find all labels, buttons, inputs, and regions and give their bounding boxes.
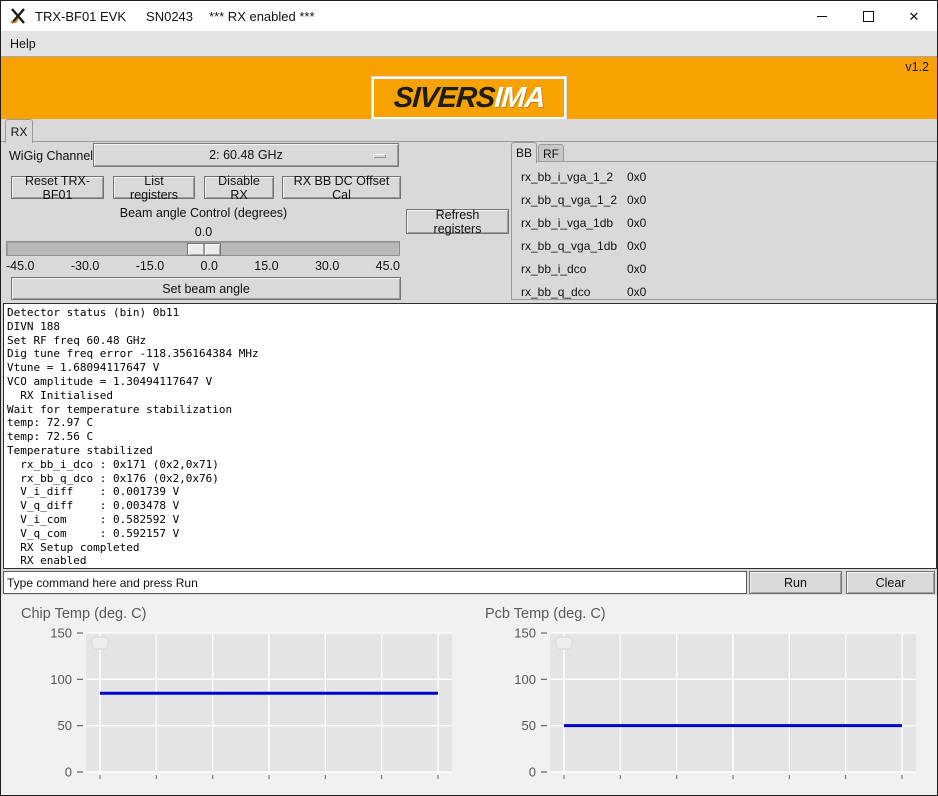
tick-label: -15.0 — [136, 259, 165, 273]
siversima-logo: SIVERSIMA — [372, 77, 566, 119]
register-row: rx_bb_i_vga_1_2 0x0 — [512, 165, 936, 188]
refresh-registers-button[interactable]: Refresh registers — [406, 209, 509, 234]
reset-trx-button[interactable]: Reset TRX-BF01 — [11, 176, 104, 199]
window-title-status: *** RX enabled *** — [209, 9, 315, 24]
svg-text:Pcb Temp (deg. C): Pcb Temp (deg. C) — [485, 606, 606, 622]
minimize-icon — [817, 16, 827, 17]
register-value: 0x0 — [627, 170, 646, 184]
svg-text:50: 50 — [58, 718, 72, 733]
register-panel: rx_bb_i_vga_1_2 0x0 rx_bb_q_vga_1_2 0x0 … — [511, 161, 937, 300]
svg-text:0: 0 — [65, 765, 72, 780]
svg-text:Chip Temp (deg. C): Chip Temp (deg. C) — [21, 606, 146, 622]
svg-text:150: 150 — [514, 626, 536, 641]
run-button[interactable]: Run — [749, 571, 842, 594]
beam-angle-slider-handle[interactable] — [187, 243, 221, 256]
tick-label: -45.0 — [6, 259, 35, 273]
tick-label: 30.0 — [315, 259, 339, 273]
tab-rx[interactable]: RX — [5, 119, 33, 143]
register-value: 0x0 — [627, 193, 646, 207]
close-button[interactable]: ✕ — [891, 1, 937, 31]
beam-angle-tick-labels: -45.0 -30.0 -15.0 0.0 15.0 30.0 45.0 — [6, 259, 400, 273]
set-beam-angle-button[interactable]: Set beam angle — [11, 277, 401, 300]
title-bar: TRX-BF01 EVK SN0243 *** RX enabled *** ✕ — [1, 1, 937, 31]
register-value: 0x0 — [627, 262, 646, 276]
beam-angle-slider[interactable] — [6, 241, 400, 256]
register-row: rx_bb_q_vga_1db 0x0 — [512, 234, 936, 257]
close-icon: ✕ — [909, 10, 920, 23]
register-name: rx_bb_i_vga_1_2 — [521, 170, 627, 184]
register-name: rx_bb_i_vga_1db — [521, 216, 627, 230]
tab-bb[interactable]: BB — [511, 142, 537, 163]
register-value: 0x0 — [627, 239, 646, 253]
window-controls: ✕ — [799, 1, 937, 31]
register-name: rx_bb_i_dco — [521, 262, 627, 276]
menu-bar: Help — [1, 31, 937, 57]
register-row: rx_bb_q_dco 0x0 — [512, 280, 936, 303]
maximize-icon — [863, 11, 874, 22]
svg-text:150: 150 — [50, 626, 72, 641]
svg-text:100: 100 — [50, 672, 72, 687]
svg-text:100: 100 — [514, 672, 536, 687]
register-name: rx_bb_q_dco — [521, 285, 627, 299]
logo-text-ima: IMA — [493, 82, 545, 114]
clear-button[interactable]: Clear — [846, 571, 935, 594]
chip-temp-chart: Chip Temp (deg. C) 0 50 100 150 — [1, 595, 471, 796]
register-row: rx_bb_i_vga_1db 0x0 — [512, 211, 936, 234]
tick-label: 45.0 — [376, 259, 400, 273]
register-row: rx_bb_i_dco 0x0 — [512, 257, 936, 280]
charts-region: Chip Temp (deg. C) 0 50 100 150 Pcb Temp (de… — [1, 595, 937, 796]
pcb-temp-chart: Pcb Temp (deg. C) 0 50 100 150 — [465, 595, 938, 796]
beam-angle-value: 0.0 — [6, 225, 401, 239]
disable-rx-button[interactable]: Disable RX — [204, 176, 274, 199]
version-label: v1.2 — [905, 60, 929, 74]
menu-help[interactable]: Help — [1, 37, 45, 51]
app-logo-icon — [9, 7, 27, 25]
window-title-serial: SN0243 — [146, 9, 193, 24]
window-title: TRX-BF01 EVK — [35, 9, 126, 24]
tick-label: 0.0 — [201, 259, 218, 273]
tick-label: 15.0 — [254, 259, 278, 273]
tick-label: -30.0 — [71, 259, 100, 273]
app-window: TRX-BF01 EVK SN0243 *** RX enabled *** ✕… — [0, 0, 938, 796]
register-value: 0x0 — [627, 216, 646, 230]
minimize-button[interactable] — [799, 1, 845, 31]
wigig-channel-label: WiGig Channel: — [9, 149, 97, 163]
rx-bb-dc-offset-cal-button[interactable]: RX BB DC Offset Cal — [282, 176, 401, 199]
logo-text-sivers: SIVERS — [393, 82, 496, 114]
console-log[interactable]: Detector status (bin) 0b11 DIVN 188 Set … — [3, 303, 937, 569]
list-registers-button[interactable]: List registers — [113, 176, 195, 199]
register-name: rx_bb_q_vga_1db — [521, 239, 627, 253]
wigig-channel-select[interactable]: 2: 60.48 GHz — [93, 143, 399, 167]
register-name: rx_bb_q_vga_1_2 — [521, 193, 627, 207]
dropdown-indicator-icon — [373, 154, 386, 158]
svg-text:50: 50 — [522, 718, 536, 733]
command-input[interactable] — [3, 571, 747, 594]
brand-banner: v1.2 SIVERSIMA — [1, 57, 937, 119]
tab-strip-divider — [1, 141, 937, 142]
register-row: rx_bb_q_vga_1_2 0x0 — [512, 188, 936, 211]
svg-text:0: 0 — [529, 765, 536, 780]
maximize-button[interactable] — [845, 1, 891, 31]
register-value: 0x0 — [627, 285, 646, 299]
wigig-channel-value: 2: 60.48 GHz — [209, 148, 283, 162]
beam-angle-title: Beam angle Control (degrees) — [6, 206, 401, 220]
